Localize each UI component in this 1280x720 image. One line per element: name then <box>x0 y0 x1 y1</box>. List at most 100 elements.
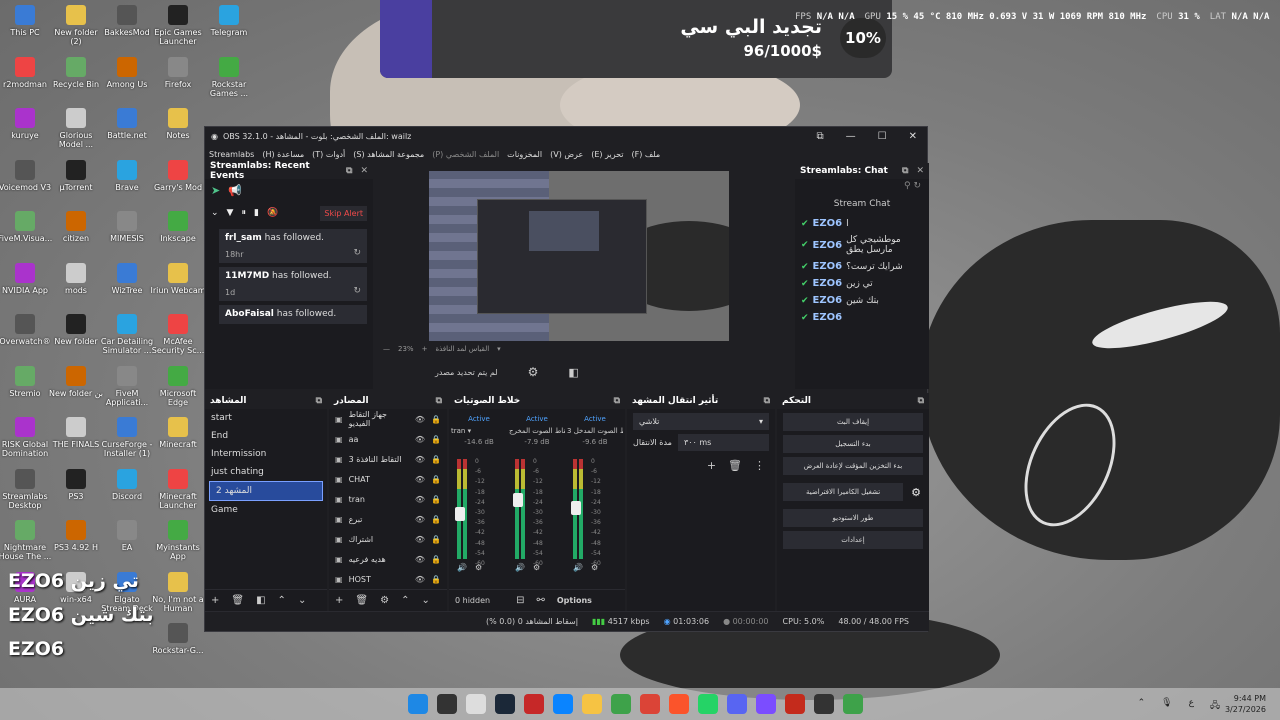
more-icon[interactable]: ⋮ <box>754 459 765 472</box>
add-transition-button[interactable]: + <box>707 459 716 472</box>
source-item[interactable]: ▣ HOST 👁 🔒 <box>329 569 447 589</box>
lock-icon[interactable]: 🔒 <box>431 435 441 444</box>
lock-icon[interactable]: 🔒 <box>431 455 441 464</box>
start-recording-button[interactable]: بدء التسجيل <box>783 435 923 453</box>
settings-button[interactable]: إعدادات <box>783 531 923 549</box>
desktop-icon[interactable]: Microsoft Edge <box>150 365 206 407</box>
brave-icon[interactable] <box>669 694 689 714</box>
menu-streamlabs[interactable]: Streamlabs <box>209 150 254 159</box>
desktop-icon[interactable]: Voicemod V3 <box>0 159 53 192</box>
queue-icon[interactable]: ▮ <box>254 208 259 218</box>
discord-icon[interactable] <box>727 694 747 714</box>
popout-icon[interactable]: ⧉ <box>817 131 824 142</box>
dock-float-icon[interactable]: ⧉ <box>316 396 322 406</box>
zoom-in-icon[interactable]: + <box>422 345 428 353</box>
scene-item[interactable]: End <box>205 427 327 445</box>
lock-icon[interactable]: 🔒 <box>431 415 441 424</box>
desktop-icon[interactable]: citizen <box>48 211 104 243</box>
channel-name[interactable]: التقاط الصوت المخرج ▾ <box>509 427 565 435</box>
desktop-icon[interactable]: New folder (2) <box>48 5 104 46</box>
network-icon[interactable]: 🖧 <box>1210 698 1220 714</box>
pause-icon[interactable]: ⏸ <box>241 208 246 218</box>
dock-float-icon[interactable]: ⧉ <box>614 396 620 406</box>
virtual-camera-gear-icon[interactable]: ⚙ <box>911 486 921 499</box>
desktop-icon[interactable]: kuruye <box>0 108 53 140</box>
desktop-icon[interactable]: New folder <box>48 314 104 346</box>
desktop-icon[interactable]: Nightmare House The ... <box>0 520 53 561</box>
eye-icon[interactable]: 👁 <box>415 455 425 464</box>
dock-close-icon[interactable]: ✕ <box>916 166 924 176</box>
remove-source-button[interactable]: 🗑 <box>355 595 368 606</box>
channel-settings-icon[interactable]: ⚙ <box>533 563 540 572</box>
options-button[interactable]: Options <box>557 596 592 605</box>
desktop-icon[interactable]: FiveM.Visua... <box>0 211 53 243</box>
desktop-icon[interactable]: McAfee Security Sc... <box>150 314 206 355</box>
send-icon[interactable]: ➤ <box>211 184 220 197</box>
desktop-icon[interactable]: µTorrent <box>48 159 104 192</box>
start-icon[interactable] <box>408 694 428 714</box>
microphone-icon[interactable]: 🎙 <box>1161 698 1172 714</box>
xbox-icon[interactable] <box>843 694 863 714</box>
eye-icon[interactable]: 👁 <box>415 495 425 504</box>
dock-float-icon[interactable]: ⧉ <box>436 396 442 406</box>
gear-icon[interactable]: ⚙ <box>528 365 539 379</box>
desktop-icon[interactable]: NVIDIA App <box>0 262 53 295</box>
clock[interactable]: 9:44 PM 3/27/2026 <box>1225 693 1266 715</box>
desktop-icon[interactable]: Battle.net <box>99 108 155 140</box>
eye-icon[interactable]: 👁 <box>415 435 425 444</box>
channel-name[interactable]: tran ▾ <box>451 427 507 435</box>
desktop-icon[interactable]: Notes <box>150 108 206 140</box>
repeat-alert-icon[interactable]: ↻ <box>353 286 361 296</box>
remove-scene-button[interactable]: 🗑 <box>231 595 244 606</box>
language-indicator[interactable]: ع <box>1189 698 1194 714</box>
preview-canvas[interactable] <box>429 171 729 341</box>
task-view-icon[interactable] <box>466 694 486 714</box>
brave-icon[interactable] <box>785 694 805 714</box>
desktop-icon[interactable]: Among Us <box>99 56 155 89</box>
menu-view[interactable]: عرض (V) <box>550 150 583 159</box>
eye-icon[interactable]: 👁 <box>415 535 425 544</box>
desktop-icon[interactable]: PS3 4.92 H <box>48 520 104 552</box>
channel-settings-icon[interactable]: ⚙ <box>475 563 482 572</box>
move-down-button[interactable]: ⌄ <box>298 595 306 606</box>
desktop-icon[interactable]: Brave <box>99 159 155 192</box>
search-icon[interactable] <box>437 694 457 714</box>
dock-close-icon[interactable]: ✕ <box>360 166 368 176</box>
mixer-layout-icon[interactable]: ⊟ <box>516 595 524 606</box>
edge-icon[interactable] <box>553 694 573 714</box>
add-scene-button[interactable]: + <box>211 595 219 606</box>
menu-profile[interactable]: الملف الشخصي (P) <box>432 150 499 159</box>
steam-icon[interactable] <box>495 694 515 714</box>
folder-icon[interactable] <box>582 694 602 714</box>
desktop-icon[interactable]: No, I'm not a Human <box>150 571 206 613</box>
lock-icon[interactable]: 🔒 <box>431 515 441 524</box>
refresh-icon[interactable]: ↻ <box>913 181 921 191</box>
minimize-button[interactable]: — <box>846 131 856 142</box>
dock-float-icon[interactable]: ⧉ <box>918 396 924 406</box>
dock-float-icon[interactable]: ⧉ <box>902 166 908 176</box>
desktop-icon[interactable]: Myinstants App <box>150 520 206 561</box>
desktop-icon[interactable]: Inkscape <box>150 211 206 243</box>
app-icon[interactable] <box>524 694 544 714</box>
scale-dropdown-icon[interactable]: ▾ <box>497 345 501 353</box>
speaker-icon[interactable]: 🔊 <box>457 563 467 572</box>
desktop-icon[interactable]: Minecraft Launcher <box>150 468 206 510</box>
source-settings-button[interactable]: ⚙ <box>380 595 389 606</box>
menu-file[interactable]: ملف (F) <box>632 150 661 159</box>
menu-tools[interactable]: أدوات (T) <box>312 150 345 159</box>
link-icon[interactable]: ⚲ <box>904 181 911 191</box>
studio-mode-button[interactable]: طور الاستوديو <box>783 509 923 527</box>
move-up-button[interactable]: ⌃ <box>278 595 286 606</box>
chat-user[interactable]: EZO6 <box>813 240 843 251</box>
desktop-icon[interactable]: PS3 <box>48 468 104 501</box>
start-virtual-camera-button[interactable]: تشغيل الكاميرا الافتراضية <box>783 483 904 501</box>
lock-icon[interactable]: 🔒 <box>431 495 441 504</box>
desktop-icon[interactable]: MIMESIS <box>99 211 155 243</box>
dock-float-icon[interactable]: ⧉ <box>346 166 352 176</box>
chat-user[interactable]: EZO6 <box>813 278 843 289</box>
eye-icon[interactable]: 👁 <box>415 555 425 564</box>
source-item[interactable]: ▣ tran 👁 🔒 <box>329 489 447 509</box>
move-down-button[interactable]: ⌄ <box>421 595 429 606</box>
mute-icon[interactable]: 🔕 <box>267 208 278 218</box>
chat-user[interactable]: EZO6 <box>813 312 843 323</box>
